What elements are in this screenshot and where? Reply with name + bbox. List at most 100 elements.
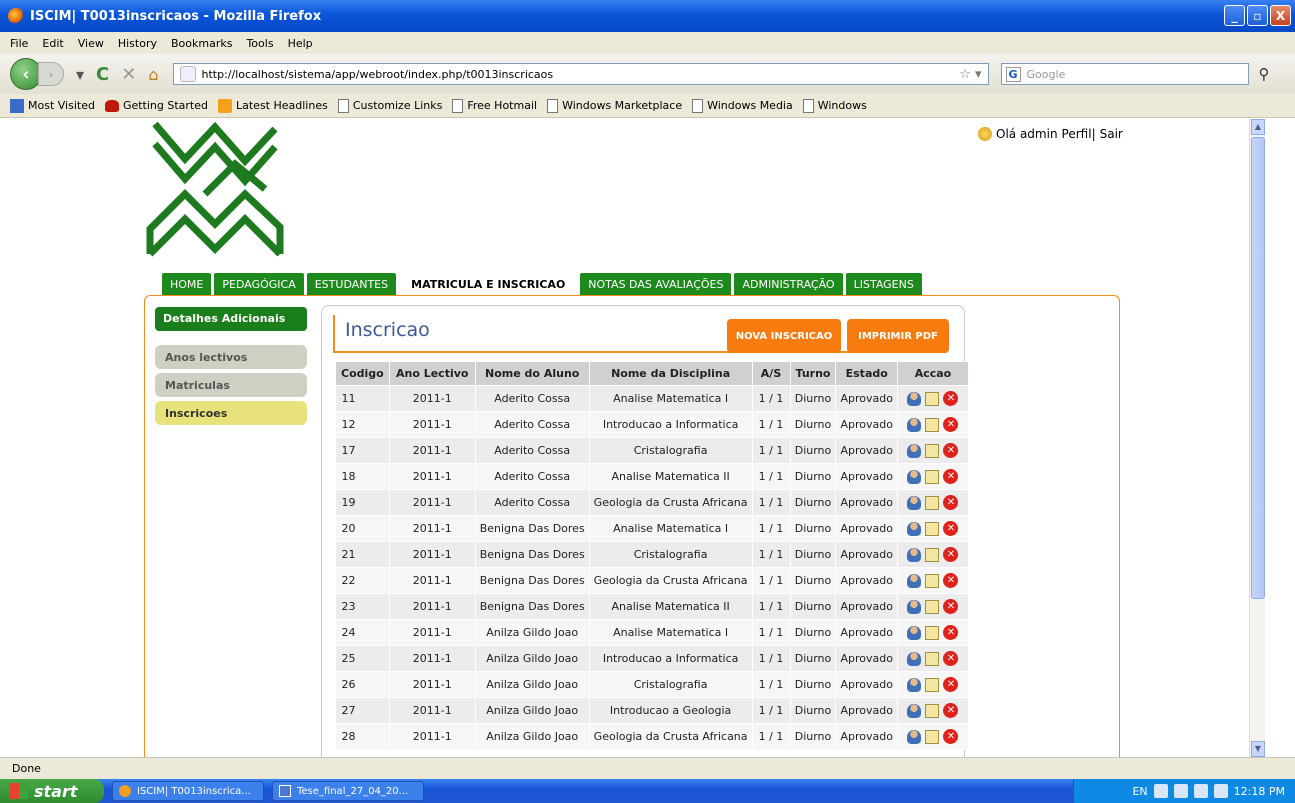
google-engine-icon[interactable]: G [1005, 66, 1021, 82]
view-student-icon[interactable] [907, 651, 922, 666]
language-indicator[interactable]: EN [1132, 785, 1147, 798]
delete-icon[interactable]: ✕ [943, 651, 959, 666]
sidebar-item-inscricoes[interactable]: Inscricoes [155, 401, 307, 425]
tray-tool-icon[interactable] [1153, 784, 1168, 798]
search-input[interactable]: G Google [1000, 63, 1249, 85]
delete-icon[interactable]: ✕ [943, 599, 959, 614]
edit-icon[interactable] [925, 495, 940, 510]
column-header[interactable]: Ano Lectivo [388, 361, 476, 386]
tray-network-icon[interactable] [1173, 784, 1188, 798]
edit-icon[interactable] [925, 469, 940, 484]
tab-notas-avaliacoes[interactable]: NOTAS DAS AVALIAÇÕES [580, 273, 732, 295]
delete-icon[interactable]: ✕ [943, 417, 959, 432]
edit-icon[interactable] [925, 677, 940, 692]
tab-matricula-inscricao[interactable]: MATRICULA E INSCRICAO [399, 273, 578, 295]
bookmark-customize-links[interactable]: Customize Links [337, 98, 442, 113]
delete-icon[interactable]: ✕ [943, 573, 959, 588]
scroll-down-icon[interactable]: ▼ [1251, 741, 1265, 757]
minimize-button[interactable]: _ [1224, 5, 1245, 26]
tray-help-icon[interactable] [1193, 784, 1208, 798]
bookmark-windows-media[interactable]: Windows Media [692, 98, 793, 113]
edit-icon[interactable] [925, 417, 940, 432]
taskbar-item-firefox[interactable]: ISCIM| T0013inscrica... [112, 781, 264, 801]
view-student-icon[interactable] [907, 573, 922, 588]
column-header[interactable]: Turno [789, 361, 837, 386]
delete-icon[interactable]: ✕ [943, 391, 959, 406]
delete-icon[interactable]: ✕ [943, 703, 959, 718]
stop-icon[interactable]: ✕ [121, 64, 136, 85]
view-student-icon[interactable] [907, 521, 922, 536]
delete-icon[interactable]: ✕ [943, 547, 959, 562]
view-student-icon[interactable] [907, 443, 922, 458]
view-student-icon[interactable] [907, 469, 922, 484]
profile-link[interactable]: Perfil| [1062, 127, 1096, 141]
bookmark-most-visited[interactable]: Most Visited [10, 98, 95, 113]
bookmark-getting-started[interactable]: Getting Started [104, 99, 208, 112]
edit-icon[interactable] [925, 443, 940, 458]
site-identity-icon[interactable] [179, 66, 196, 82]
search-icon[interactable]: ⚲ [1259, 65, 1270, 83]
print-pdf-button[interactable]: IMPRIMIR PDF [847, 319, 949, 353]
delete-icon[interactable]: ✕ [943, 443, 959, 458]
menu-file[interactable]: File [10, 37, 28, 50]
view-student-icon[interactable] [907, 417, 922, 432]
history-dropdown-icon[interactable]: ▾ [76, 65, 84, 84]
delete-icon[interactable]: ✕ [943, 521, 959, 536]
tab-pedagogica[interactable]: PEDAGÓGICA [214, 273, 304, 295]
edit-icon[interactable] [925, 573, 940, 588]
column-header[interactable]: A/S [751, 361, 791, 386]
edit-icon[interactable] [925, 729, 940, 744]
column-header[interactable]: Estado [835, 361, 898, 386]
scroll-up-icon[interactable]: ▲ [1251, 119, 1265, 135]
edit-icon[interactable] [925, 521, 940, 536]
edit-icon[interactable] [925, 391, 940, 406]
bookmark-windows-marketplace[interactable]: Windows Marketplace [547, 98, 682, 113]
logout-link[interactable]: Sair [1100, 127, 1123, 141]
menu-history[interactable]: History [118, 37, 157, 50]
url-bar[interactable]: http://localhost/sistema/app/webroot/ind… [172, 63, 989, 85]
tab-home[interactable]: HOME [162, 273, 212, 295]
column-header[interactable]: Nome do Aluno [474, 361, 590, 386]
tray-volume-icon[interactable] [1213, 784, 1228, 798]
menu-help[interactable]: Help [288, 37, 313, 50]
scroll-thumb[interactable] [1251, 137, 1265, 599]
start-button[interactable]: start [0, 779, 104, 803]
reload-icon[interactable]: C [96, 64, 109, 85]
delete-icon[interactable]: ✕ [943, 677, 959, 692]
view-student-icon[interactable] [907, 391, 922, 406]
delete-icon[interactable]: ✕ [943, 495, 959, 510]
delete-icon[interactable]: ✕ [943, 469, 959, 484]
edit-icon[interactable] [925, 625, 940, 640]
forward-button[interactable]: › [38, 62, 64, 86]
delete-icon[interactable]: ✕ [943, 729, 959, 744]
close-button[interactable]: X [1270, 5, 1291, 26]
menu-tools[interactable]: Tools [246, 37, 273, 50]
maximize-button[interactable]: ▫ [1247, 5, 1268, 26]
vertical-scrollbar[interactable]: ▲ ▼ [1249, 119, 1265, 757]
column-header[interactable]: Codigo [335, 361, 390, 386]
edit-icon[interactable] [925, 547, 940, 562]
tab-estudantes[interactable]: ESTUDANTES [306, 273, 397, 295]
bookmark-latest-headlines[interactable]: Latest Headlines [218, 98, 328, 113]
view-student-icon[interactable] [907, 547, 922, 562]
tab-listagens[interactable]: LISTAGENS [845, 273, 922, 295]
menu-view[interactable]: View [78, 37, 104, 50]
bookmark-windows[interactable]: Windows [802, 98, 867, 113]
tab-administracao[interactable]: ADMINISTRAÇÃO [734, 273, 843, 295]
view-student-icon[interactable] [907, 677, 922, 692]
column-header[interactable]: Nome da Disciplina [588, 361, 753, 386]
new-inscription-button[interactable]: NOVA INSCRICAO [727, 319, 841, 353]
view-student-icon[interactable] [907, 599, 922, 614]
view-student-icon[interactable] [907, 703, 922, 718]
view-student-icon[interactable] [907, 495, 922, 510]
menu-edit[interactable]: Edit [42, 37, 63, 50]
home-icon[interactable]: ⌂ [148, 65, 158, 84]
view-student-icon[interactable] [907, 729, 922, 744]
sidebar-item-matriculas[interactable]: Matriculas [155, 373, 307, 397]
edit-icon[interactable] [925, 599, 940, 614]
taskbar-item-word[interactable]: Tese_final_27_04_20... [272, 781, 424, 801]
bookmark-free-hotmail[interactable]: Free Hotmail [452, 98, 537, 113]
bookmark-star-icon[interactable]: ☆ ▾ [959, 67, 981, 82]
sidebar-item-anos-lectivos[interactable]: Anos lectivos [155, 345, 307, 369]
menu-bookmarks[interactable]: Bookmarks [171, 37, 232, 50]
